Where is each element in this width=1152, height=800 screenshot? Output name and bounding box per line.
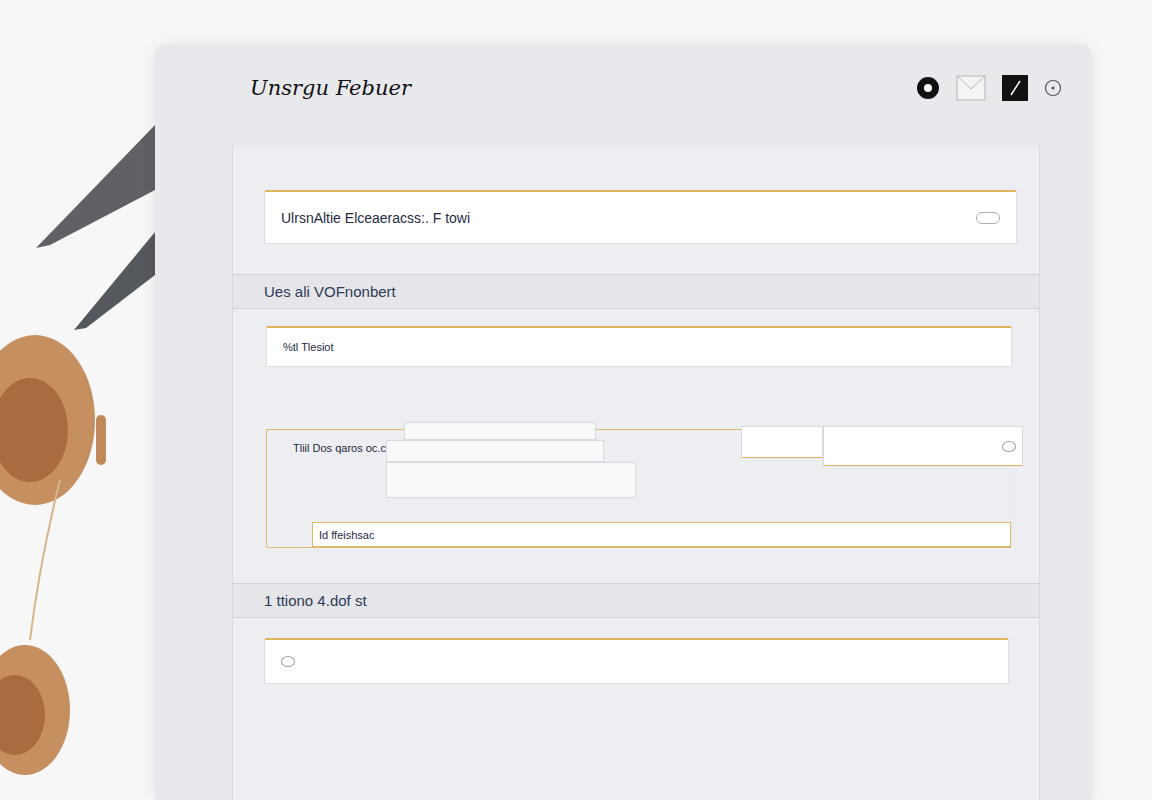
form-panel: UlrsnAltie Elceaeracss:. F towi Ues ali V… — [232, 145, 1040, 800]
kitchen-photo-icon — [0, 0, 155, 800]
mail-button[interactable] — [956, 75, 986, 101]
page: Unsrgu Febuer UlrsnAltie Elceaeracss:. F … — [0, 0, 1152, 800]
radio-icon[interactable] — [1002, 441, 1016, 452]
edit-icon — [1002, 75, 1028, 101]
decoration — [0, 0, 155, 800]
group-row: Tliil Dos qaros oc.c — [267, 430, 1011, 498]
search-section: UlrsnAltie Elceaeracss:. F towi — [233, 145, 1039, 274]
mail-icon — [956, 75, 986, 101]
search-value: UlrsnAltie Elceaeracss:. F towi — [281, 210, 470, 226]
option-bar[interactable] — [404, 422, 596, 440]
toolbar — [916, 75, 1062, 101]
search-field[interactable]: UlrsnAltie Elceaeracss:. F towi — [264, 190, 1017, 244]
header: Unsrgu Febuer — [155, 45, 1092, 145]
field-group: Tliil Dos qaros oc.c Id ffeishsac — [266, 429, 1012, 548]
section-heading: Ues ali VOFnonbert — [233, 274, 1039, 309]
app-title: Unsrgu Febuer — [250, 76, 411, 100]
form-card: Unsrgu Febuer UlrsnAltie Elceaeracss:. F … — [155, 45, 1092, 800]
small-field[interactable] — [741, 426, 823, 458]
field-value: %tl Tlesiot — [283, 341, 334, 353]
info-button[interactable] — [1044, 79, 1062, 97]
group-label: Tliil Dos qaros oc.c — [267, 430, 394, 454]
side-fields — [741, 426, 1023, 466]
details-section: %tl Tlesiot Tliil Dos qaros oc.c Id ffeish… — [233, 309, 1039, 583]
select-field[interactable] — [823, 426, 1023, 466]
side-row — [741, 426, 1023, 466]
option-bar[interactable] — [386, 462, 636, 498]
toggle-icon[interactable] — [976, 212, 1000, 224]
bottom-field[interactable] — [264, 638, 1009, 684]
bottom-section — [233, 618, 1039, 684]
info-icon — [1044, 79, 1062, 97]
location-button[interactable] — [916, 76, 940, 100]
section-heading: 1 ttiono 4.dof st — [233, 583, 1039, 618]
group-left: Tliil Dos qaros oc.c — [267, 430, 636, 498]
option-stack — [364, 422, 636, 498]
footer-field[interactable]: Id ffeishsac — [312, 522, 1011, 547]
radio-icon[interactable] — [281, 656, 295, 667]
edit-button[interactable] — [1002, 75, 1028, 101]
option-bar[interactable] — [386, 440, 604, 462]
text-field[interactable]: %tl Tlesiot — [266, 326, 1012, 367]
location-icon — [916, 76, 940, 100]
